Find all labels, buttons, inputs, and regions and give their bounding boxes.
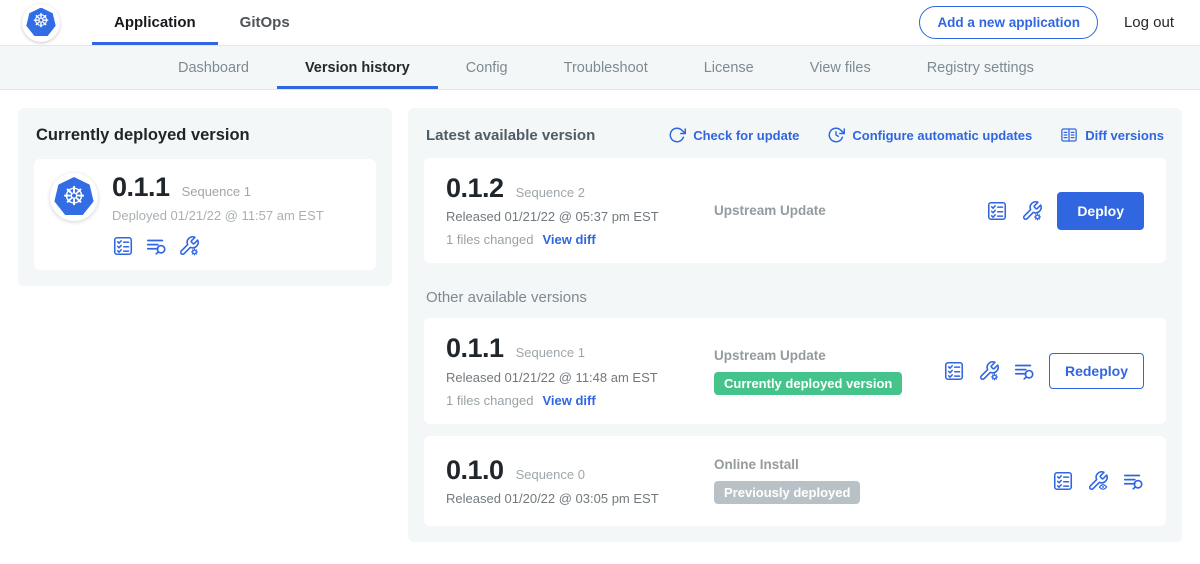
- configure-automatic-updates-link[interactable]: Configure automatic updates: [827, 126, 1032, 144]
- wrench-eye-icon[interactable]: [1087, 470, 1109, 492]
- version-action-icons: [1052, 470, 1144, 492]
- sequence-label: Sequence 1: [182, 184, 251, 199]
- view-diff-link[interactable]: View diff: [542, 232, 595, 247]
- history-panel-header: Latest available version Check for updat…: [424, 122, 1166, 146]
- subnav-item-view-files[interactable]: View files: [782, 46, 899, 89]
- add-application-button[interactable]: Add a new application: [919, 6, 1098, 39]
- latest-version-slot: 0.1.2 Sequence 2 Released 01/21/22 @ 05:…: [424, 158, 1166, 263]
- action-label: Configure automatic updates: [852, 128, 1032, 143]
- checklist-icon[interactable]: [1052, 470, 1074, 492]
- other-versions-slot: 0.1.1 Sequence 1 Released 01/21/22 @ 11:…: [424, 318, 1166, 525]
- version-number: 0.1.0: [446, 456, 504, 484]
- top-nav: ☸ ApplicationGitOps Add a new applicatio…: [0, 0, 1200, 46]
- version-source-label: Upstream Update: [714, 203, 986, 218]
- app-logo: ☸: [50, 173, 98, 221]
- deployed-timestamp: Deployed 01/21/22 @ 11:57 am EST: [112, 208, 324, 223]
- logs-icon[interactable]: [1013, 360, 1035, 382]
- deployed-panel-title: Currently deployed version: [36, 126, 376, 145]
- subnav-item-troubleshoot[interactable]: Troubleshoot: [536, 46, 676, 89]
- version-number: 0.1.2: [446, 174, 504, 202]
- released-timestamp: Released 01/21/22 @ 11:48 am EST: [446, 370, 698, 385]
- sequence-label: Sequence 0: [516, 467, 585, 482]
- subnav-item-version-history[interactable]: Version history: [277, 46, 438, 89]
- main-content: Currently deployed version ☸ 0.1.1 Seque…: [0, 90, 1200, 560]
- status-badge: Previously deployed: [714, 481, 860, 504]
- kubernetes-helm-icon: ☸: [54, 177, 94, 217]
- version-action-icons: [986, 200, 1043, 222]
- subnav-item-dashboard[interactable]: Dashboard: [150, 46, 277, 89]
- version-card: 0.1.1 Sequence 1 Released 01/21/22 @ 11:…: [424, 318, 1166, 423]
- version-action-icons: [943, 360, 1035, 382]
- deployed-version-card: ☸ 0.1.1 Sequence 1 Deployed 01/21/22 @ 1…: [34, 159, 376, 270]
- subnav: DashboardVersion historyConfigTroublesho…: [0, 46, 1200, 90]
- deployed-version-details: 0.1.1 Sequence 1 Deployed 01/21/22 @ 11:…: [112, 173, 324, 257]
- released-timestamp: Released 01/21/22 @ 05:37 pm EST: [446, 209, 698, 224]
- logs-icon[interactable]: [1122, 470, 1144, 492]
- action-label: Diff versions: [1085, 128, 1164, 143]
- wrench-gear-icon[interactable]: [1021, 200, 1043, 222]
- redeploy-button[interactable]: Redeploy: [1049, 353, 1144, 389]
- files-changed-row: 1 files changed View diff: [446, 232, 698, 247]
- check-for-update-link[interactable]: Check for update: [668, 126, 799, 144]
- logs-icon[interactable]: [145, 235, 167, 257]
- released-timestamp: Released 01/20/22 @ 03:05 pm EST: [446, 491, 698, 506]
- version-history-panel: Latest available version Check for updat…: [408, 108, 1182, 542]
- files-changed-row: 1 files changed View diff: [446, 393, 698, 408]
- other-versions-heading: Other available versions: [426, 289, 1164, 306]
- diff-icon: [1060, 126, 1078, 144]
- latest-version-heading: Latest available version: [426, 127, 595, 144]
- version-card: 0.1.0 Sequence 0 Released 01/20/22 @ 03:…: [424, 436, 1166, 526]
- checklist-icon[interactable]: [943, 360, 965, 382]
- tab-application[interactable]: Application: [92, 0, 218, 45]
- wrench-gear-icon[interactable]: [178, 235, 200, 257]
- subnav-item-config[interactable]: Config: [438, 46, 536, 89]
- files-changed-label: 1 files changed: [446, 232, 533, 247]
- status-badge: Currently deployed version: [714, 372, 902, 395]
- version-number: 0.1.1: [446, 334, 504, 362]
- subnav-item-license[interactable]: License: [676, 46, 782, 89]
- wrench-gear-icon[interactable]: [978, 360, 1000, 382]
- sequence-label: Sequence 1: [516, 345, 585, 360]
- checklist-icon[interactable]: [986, 200, 1008, 222]
- action-label: Check for update: [693, 128, 799, 143]
- tab-gitops[interactable]: GitOps: [218, 0, 312, 45]
- refresh-icon: [668, 126, 686, 144]
- sequence-label: Sequence 2: [516, 185, 585, 200]
- history-actions: Check for update Configure automatic upd…: [668, 126, 1164, 144]
- view-diff-link[interactable]: View diff: [542, 393, 595, 408]
- checklist-icon[interactable]: [112, 235, 134, 257]
- subnav-item-registry-settings[interactable]: Registry settings: [899, 46, 1062, 89]
- diff-versions-link[interactable]: Diff versions: [1060, 126, 1164, 144]
- version-source-label: Online Install: [714, 457, 1052, 472]
- top-tabs: ApplicationGitOps: [92, 0, 312, 45]
- kubernetes-helm-icon: ☸: [26, 8, 56, 38]
- version-source-label: Upstream Update: [714, 348, 943, 363]
- logout-link[interactable]: Log out: [1124, 14, 1174, 31]
- version-card: 0.1.2 Sequence 2 Released 01/21/22 @ 05:…: [424, 158, 1166, 263]
- files-changed-label: 1 files changed: [446, 393, 533, 408]
- header-right: Add a new application Log out: [919, 6, 1174, 39]
- currently-deployed-panel: Currently deployed version ☸ 0.1.1 Seque…: [18, 108, 392, 286]
- kubernetes-logo: ☸: [22, 4, 60, 42]
- deploy-button[interactable]: Deploy: [1057, 192, 1144, 230]
- deployed-version-actions: [112, 235, 324, 257]
- auto-update-icon: [827, 126, 845, 144]
- version-number: 0.1.1: [112, 173, 170, 201]
